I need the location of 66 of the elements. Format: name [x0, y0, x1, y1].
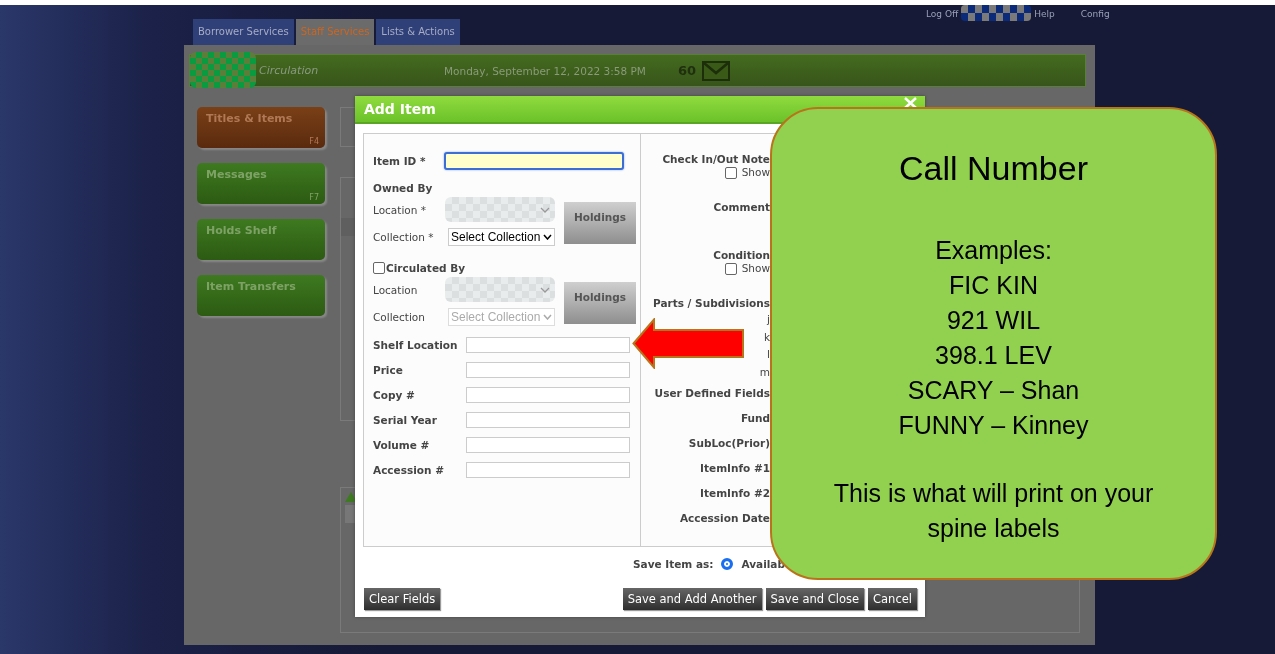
list-item[interactable]: k — [763, 330, 770, 343]
example-text: FUNNY – Kinney — [898, 410, 1089, 441]
example-text: FIC KIN — [949, 270, 1038, 301]
field-label: Fund — [740, 412, 770, 424]
field-label: Check In/Out Note — [662, 153, 770, 165]
callout-text: Examples: — [935, 235, 1052, 266]
group-title: Circulated By — [386, 262, 466, 274]
list-item[interactable]: j — [767, 313, 770, 325]
field-label: Item ID * — [373, 155, 427, 167]
field-label: ItemInfo #1 — [700, 462, 770, 474]
group-title: Owned By — [373, 182, 433, 194]
caret-icon — [540, 206, 550, 213]
example-text: 398.1 LEV — [935, 340, 1052, 371]
field-label: Location * — [373, 203, 427, 216]
checkbox-label: Show — [741, 262, 770, 275]
field-label: Accession # — [373, 463, 445, 476]
input-field[interactable] — [444, 152, 624, 170]
caret-icon — [543, 233, 552, 240]
field-label: Collection * — [373, 230, 435, 243]
example-text: 921 WIL — [946, 305, 1041, 336]
holdings-button[interactable]: Holdings — [564, 202, 636, 244]
field-label: Volume # — [373, 438, 431, 451]
checkbox-label: Show — [741, 166, 770, 179]
field-label: Location — [373, 283, 419, 296]
field-label: Collection — [373, 310, 426, 323]
radio-button[interactable] — [721, 558, 734, 570]
triangle-icon[interactable] — [345, 492, 357, 502]
action-button[interactable]: Save and Add Another — [622, 588, 762, 610]
list-item[interactable]: m — [759, 365, 770, 378]
collection-select[interactable]: Select Collection — [448, 227, 555, 246]
checkbox[interactable] — [724, 166, 737, 179]
dialog-title: Add Item — [364, 101, 436, 117]
top-link[interactable]: Log Off — [926, 5, 959, 20]
nav-tab[interactable]: Lists & Actions — [376, 19, 460, 45]
field-label: Parts / Subdivisions — [653, 297, 770, 309]
close-icon[interactable] — [904, 97, 917, 109]
field-label: SubLoc(Prior) — [688, 437, 770, 449]
field-label: Shelf Location — [373, 338, 459, 351]
clear-button[interactable]: Clear Fields — [364, 588, 441, 610]
callout-title: Call Number — [899, 149, 1088, 189]
caret-icon — [540, 286, 550, 293]
field-label: ItemInfo #2 — [700, 487, 770, 499]
callout-text: This is what will print on your spine labels — [832, 478, 1155, 544]
arrow-icon — [632, 318, 745, 369]
save-as-label: Save Item as: — [633, 558, 714, 570]
action-button[interactable]: Cancel — [868, 588, 917, 610]
checker-icon — [961, 5, 1032, 21]
example-text: SCARY – Shan — [907, 375, 1080, 406]
module-title: Circulation — [259, 64, 320, 77]
field-label: Condition — [713, 249, 770, 261]
caret-icon — [543, 313, 552, 320]
action-button[interactable]: Save and Close — [765, 588, 865, 610]
list-item[interactable]: l — [767, 348, 770, 360]
radio-label: Availab — [741, 558, 785, 570]
field-label: Copy # — [373, 388, 416, 401]
field-label: Price — [373, 363, 404, 376]
field-label: Comment — [713, 201, 770, 213]
field-label: Serial Year — [373, 413, 438, 426]
envelope-icon[interactable] — [702, 60, 731, 81]
checkbox[interactable] — [724, 262, 737, 275]
date-time: Monday, September 12, 2022 3:58 PM — [444, 64, 647, 77]
top-link[interactable]: Config — [1080, 5, 1110, 20]
field-label: Accession Date — [679, 512, 770, 524]
field-label: User Defined Fields — [654, 387, 770, 399]
top-link[interactable]: Help — [1034, 5, 1055, 20]
nav-tab[interactable]: Borrower Services — [193, 19, 294, 45]
